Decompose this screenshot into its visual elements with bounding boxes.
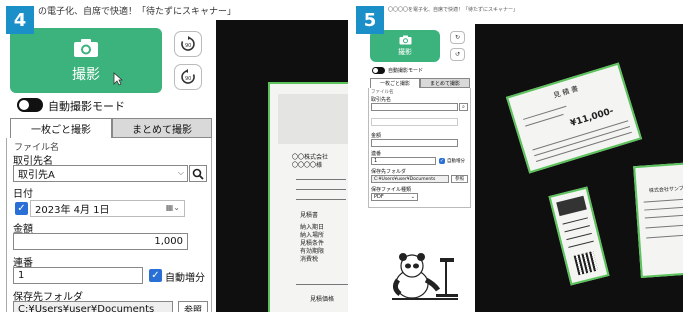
camera-icon <box>74 38 98 57</box>
step-panel-4: 4 の電子化、自席で快適！「待たずにスキャナー」 撮影 90 90 自動撮影モー… <box>0 0 348 312</box>
serial-input[interactable]: 1 <box>13 267 143 284</box>
doc-recipient: 〇〇〇〇様 <box>292 162 323 169</box>
rotate-left-button[interactable]: 90 <box>174 64 202 90</box>
camera-preview: 〇〇株式会社 〇〇〇〇様 見積書 納入期日 納入場所 見積条件 有効期限 消費税… <box>216 20 348 312</box>
calendar-icon: ▦⌄ <box>165 203 180 212</box>
amount-label: 金額 <box>371 133 382 139</box>
tab-batch-capture[interactable]: まとめて撮影 <box>420 78 470 88</box>
auto-increment-checkbox[interactable]: ✓ <box>149 269 162 282</box>
save-folder-input[interactable]: C:¥Users¥user¥Documents <box>13 301 173 312</box>
detected-receipt <box>548 186 610 286</box>
checkmark-icon: ✓ <box>151 270 160 281</box>
save-folder-value: C:¥Users¥user¥Documents <box>18 304 155 312</box>
receipt-company: 株式会社サンプル <box>648 185 683 195</box>
date-value: 2023年 4月 1日 <box>35 205 110 216</box>
panda-illustration <box>392 253 458 300</box>
rotate-left-icon: 90 <box>181 69 195 84</box>
rotate-left-icon: ↺ <box>454 51 461 58</box>
date-picker[interactable] <box>371 118 458 126</box>
svg-text:90: 90 <box>185 43 191 49</box>
capture-button[interactable]: 撮影 <box>10 28 162 93</box>
serial-input[interactable]: 1 <box>371 157 436 165</box>
tab-single-capture[interactable]: 一枚ごと撮影 <box>370 78 420 88</box>
invoice-title: 見 積 書 <box>552 84 580 100</box>
rotate-right-icon: 90 <box>181 36 195 51</box>
tab-single-capture[interactable]: 一枚ごと撮影 <box>10 118 112 138</box>
rotate-left-button[interactable]: ↺ <box>450 48 465 61</box>
camera-icon <box>399 35 411 45</box>
rotate-right-button[interactable]: ↻ <box>450 31 465 44</box>
serial-value: 1 <box>374 158 378 164</box>
client-value: 取引先A <box>18 170 55 181</box>
auto-increment-label: 自動増分 <box>447 159 465 164</box>
browse-button[interactable]: 参照 <box>451 175 468 183</box>
window-title: 〇〇〇〇を電子化、自席で快適！「待たずにスキャナー」 <box>388 7 519 13</box>
rotate-right-icon: ↻ <box>454 34 461 41</box>
client-search-button[interactable] <box>189 165 207 182</box>
save-folder-value: C:¥Users¥user¥Documents <box>374 176 436 182</box>
rotate-right-button[interactable]: 90 <box>174 31 202 57</box>
camera-preview: 見 積 書 ¥11,000- 株式会社サンプル <box>475 24 683 312</box>
file-type-label: 保存ファイル種類 <box>371 187 412 193</box>
chevron-down-icon: ⌄ <box>410 194 415 200</box>
search-icon <box>192 168 204 180</box>
amount-value: 1,000 <box>154 236 183 247</box>
serial-label: 連番 <box>371 151 382 157</box>
client-select[interactable]: 取引先A ⌵ <box>13 165 188 182</box>
file-name-section-label: ファイル名 <box>371 90 394 95</box>
cursor-icon <box>113 72 123 86</box>
detected-document: 〇〇株式会社 〇〇〇〇様 見積書 納入期日 納入場所 見積条件 有効期限 消費税… <box>268 82 348 312</box>
step-badge: 5 <box>356 6 384 34</box>
doc-estimate-total: 見積価格 <box>310 296 335 303</box>
svg-text:90: 90 <box>185 76 191 82</box>
search-icon: ⌕ <box>462 104 465 110</box>
detected-invoice: 見 積 書 ¥11,000- <box>505 62 643 174</box>
document-header-shade <box>278 94 348 144</box>
save-folder-input[interactable]: C:¥Users¥user¥Documents <box>371 175 449 183</box>
auto-mode-label: 自動撮影モード <box>388 68 424 74</box>
serial-value: 1 <box>18 270 25 281</box>
browse-button[interactable]: 参照 <box>178 301 208 312</box>
client-label: 取引先名 <box>371 97 392 103</box>
detected-receipt-large: 株式会社サンプル <box>633 162 683 278</box>
checkmark-icon: ✓ <box>439 158 445 164</box>
step-badge: 4 <box>6 6 34 34</box>
doc-title: 見積書 <box>300 212 319 219</box>
auto-mode-toggle[interactable] <box>17 98 43 112</box>
auto-mode-label: 自動撮影モード <box>48 100 125 113</box>
client-select[interactable] <box>371 103 458 111</box>
file-type-value: PDF <box>374 194 384 200</box>
auto-mode-toggle[interactable] <box>372 67 385 74</box>
date-checkbox[interactable]: ✓ <box>15 202 28 215</box>
step-panel-5: 5 〇〇〇〇を電子化、自席で快適！「待たずにスキャナー」 撮影 ↻ ↺ 自動撮影… <box>350 0 683 312</box>
tutorial-stage: 4 の電子化、自席で快適！「待たずにスキャナー」 撮影 90 90 自動撮影モー… <box>0 0 683 312</box>
doc-line: 消費税 <box>300 256 319 263</box>
date-picker[interactable]: 2023年 4月 1日 ▦⌄ <box>30 200 185 217</box>
amount-input[interactable]: 1,000 <box>13 233 188 250</box>
auto-increment-checkbox[interactable]: ✓ <box>439 158 445 164</box>
chevron-down-icon: ⌵ <box>177 168 184 177</box>
capture-label: 撮影 <box>398 48 412 56</box>
file-type-select[interactable]: PDF ⌄ <box>371 193 418 201</box>
date-label: 日付 <box>13 189 33 200</box>
capture-label: 撮影 <box>72 66 100 83</box>
checkmark-icon: ✓ <box>17 203 26 214</box>
client-search-button[interactable]: ⌕ <box>459 103 468 111</box>
tab-batch-capture[interactable]: まとめて撮影 <box>112 118 212 138</box>
save-folder-label: 保存先フォルダ <box>371 169 407 175</box>
capture-button[interactable]: 撮影 <box>370 30 440 62</box>
amount-input[interactable] <box>371 139 458 147</box>
auto-increment-label: 自動増分 <box>165 273 205 284</box>
window-title: の電子化、自席で快適！「待たずにスキャナー」 <box>38 7 237 17</box>
